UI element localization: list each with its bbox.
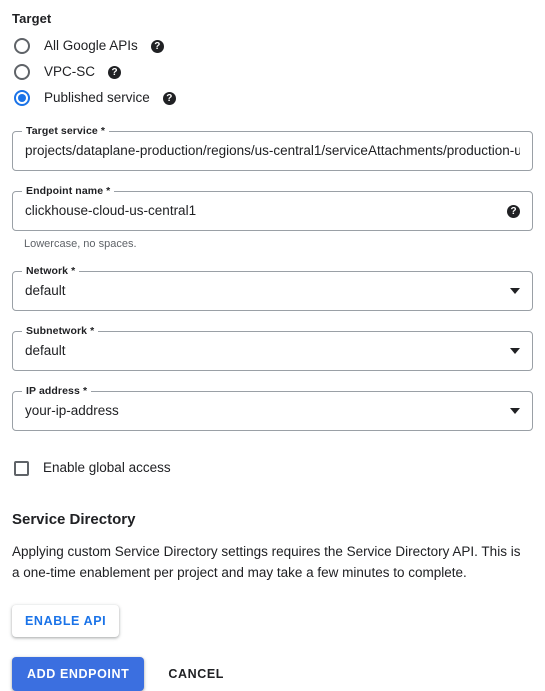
network-select[interactable]: Network * default <box>12 265 533 311</box>
service-directory-heading: Service Directory <box>12 511 136 528</box>
network-label: Network * <box>22 265 80 277</box>
radio-published-service[interactable] <box>14 90 30 106</box>
endpoint-name-field[interactable]: Endpoint name * clickhouse-cloud-us-cent… <box>12 185 533 231</box>
endpoint-name-label: Endpoint name * <box>22 185 115 197</box>
radio-all-google-apis[interactable] <box>14 38 30 54</box>
ip-address-label: IP address * <box>22 385 92 397</box>
service-directory-description: Applying custom Service Directory settin… <box>12 544 521 580</box>
target-service-label: Target service * <box>22 125 110 137</box>
ip-address-value: your-ip-address <box>25 403 119 418</box>
subnetwork-value: default <box>25 343 66 358</box>
add-endpoint-form: Target All Google APIs ? VPC-SC ? Publis… <box>0 11 545 691</box>
radio-label-published-service: Published service <box>44 90 150 105</box>
enable-global-access-row[interactable]: Enable global access <box>12 458 533 478</box>
chevron-down-icon-subnetwork[interactable] <box>510 348 520 354</box>
help-icon-endpoint-name[interactable]: ? <box>507 204 520 218</box>
radio-option-published-service[interactable]: Published service ? <box>12 85 533 111</box>
enable-api-button[interactable]: ENABLE API <box>12 605 120 637</box>
radio-vpc-sc[interactable] <box>14 64 30 80</box>
target-service-field[interactable]: Target service * projects/dataplane-prod… <box>12 125 533 171</box>
help-icon-all-google-apis[interactable]: ? <box>150 39 164 53</box>
ip-address-select[interactable]: IP address * your-ip-address <box>12 385 533 431</box>
enable-global-access-label: Enable global access <box>43 460 171 475</box>
form-actions: ADD ENDPOINT CANCEL <box>12 657 533 691</box>
radio-option-vpc-sc[interactable]: VPC-SC ? <box>12 59 533 85</box>
target-section-heading: Target <box>12 11 52 26</box>
target-service-input[interactable]: projects/dataplane-production/regions/us… <box>25 142 520 160</box>
chevron-down-icon-ip-address[interactable] <box>510 408 520 414</box>
chevron-down-icon-network[interactable] <box>510 288 520 294</box>
target-radio-group: All Google APIs ? VPC-SC ? Published ser… <box>12 33 533 111</box>
endpoint-name-input[interactable]: clickhouse-cloud-us-central1 <box>25 202 499 220</box>
help-icon-published-service[interactable]: ? <box>162 91 176 105</box>
help-icon-vpc-sc[interactable]: ? <box>108 65 122 79</box>
subnetwork-label: Subnetwork * <box>22 325 99 337</box>
radio-option-all-google-apis[interactable]: All Google APIs ? <box>12 33 533 59</box>
radio-label-vpc-sc: VPC-SC <box>44 64 96 79</box>
network-value: default <box>25 283 66 298</box>
enable-global-access-checkbox[interactable] <box>14 460 29 476</box>
radio-label-all-google-apis: All Google APIs <box>44 38 138 53</box>
subnetwork-select[interactable]: Subnetwork * default <box>12 325 533 371</box>
enable-api-row: ENABLE API <box>12 605 533 637</box>
cancel-button[interactable]: CANCEL <box>160 657 232 691</box>
add-endpoint-button[interactable]: ADD ENDPOINT <box>12 657 145 691</box>
endpoint-name-hint: Lowercase, no spaces. <box>24 238 137 250</box>
